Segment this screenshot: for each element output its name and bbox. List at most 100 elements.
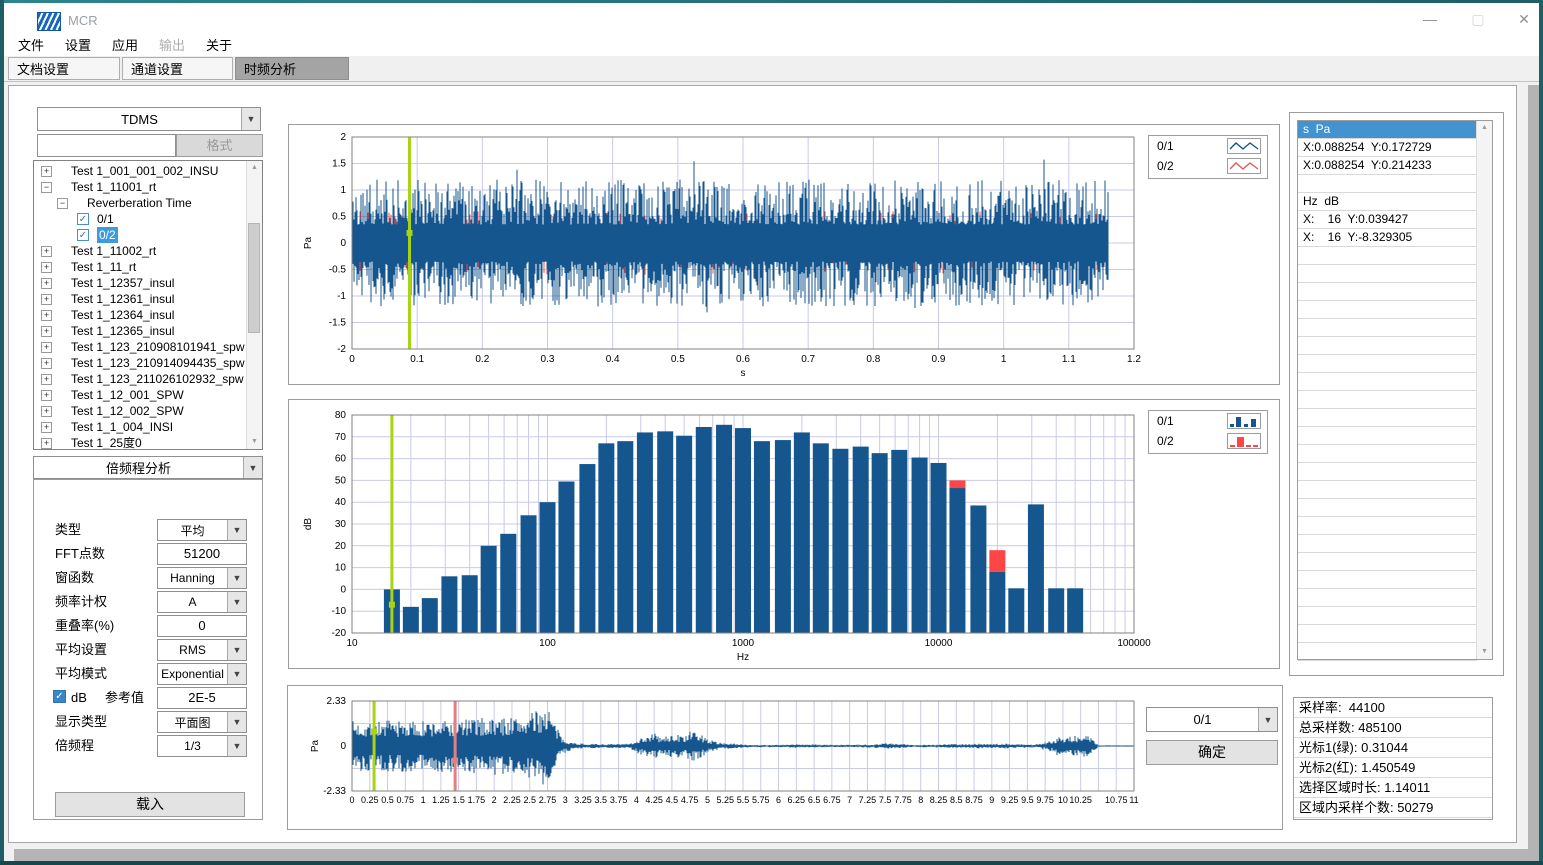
readout-row[interactable] bbox=[1298, 319, 1477, 337]
tree-item-label[interactable]: Test 1_11002_rt bbox=[71, 243, 156, 259]
tree-item-label[interactable]: Test 1_001_001_002_INSU bbox=[71, 163, 218, 179]
form-combobox[interactable]: 平均▼ bbox=[157, 519, 247, 541]
time-waveform-chart[interactable]: -2-1.5-1-0.500.511.5200.10.20.30.40.50.6… bbox=[289, 125, 1279, 384]
octave-spectrum-chart[interactable]: -20-100102030405060708010100100010000100… bbox=[289, 400, 1279, 668]
tree-item[interactable]: + Test 1_12365_insul bbox=[34, 323, 247, 339]
readout-row[interactable] bbox=[1298, 625, 1477, 643]
collapse-icon[interactable]: − bbox=[41, 182, 52, 193]
tree-item[interactable]: + Test 1_12361_insul bbox=[34, 291, 247, 307]
tree-checkbox[interactable]: ✓ bbox=[77, 213, 89, 225]
expand-icon[interactable]: + bbox=[41, 294, 52, 305]
tree-item[interactable]: + Test 1_11002_rt bbox=[34, 243, 247, 259]
tree-item-label[interactable]: Test 1_11_rt bbox=[71, 259, 136, 275]
expand-icon[interactable]: + bbox=[41, 246, 52, 257]
tree-item-label[interactable]: Test 1_123_211026102932_spw bbox=[71, 371, 244, 387]
readout-row[interactable] bbox=[1298, 463, 1477, 481]
readout-row[interactable] bbox=[1298, 553, 1477, 571]
readout-row[interactable] bbox=[1298, 283, 1477, 301]
tree-item[interactable]: +Test 1_12357_insul bbox=[34, 275, 247, 291]
tree-item-label[interactable]: Test 1_12365_insul bbox=[71, 323, 174, 339]
tree-item-label[interactable]: Test 1_12361_insul bbox=[71, 291, 174, 307]
readout-row[interactable] bbox=[1298, 427, 1477, 445]
readout-row[interactable]: X: 16 Y:0.039427 bbox=[1298, 211, 1477, 229]
scroll-down-icon[interactable]: ▼ bbox=[247, 435, 262, 449]
tree-item[interactable]: +Test 1_12_002_SPW bbox=[34, 403, 247, 419]
channel-combobox[interactable]: 0/1 ▼ bbox=[1146, 707, 1278, 732]
tree-item-label[interactable]: 0/1 bbox=[97, 211, 114, 227]
collapse-icon[interactable]: − bbox=[57, 198, 68, 209]
readout-row[interactable] bbox=[1298, 247, 1477, 265]
readout-row[interactable] bbox=[1298, 607, 1477, 625]
readout-row[interactable] bbox=[1298, 499, 1477, 517]
expand-icon[interactable]: + bbox=[41, 358, 52, 369]
format-button[interactable]: 格式 bbox=[176, 134, 263, 157]
readout-row[interactable]: X: 16 Y:-8.329305 bbox=[1298, 229, 1477, 247]
readout-row[interactable] bbox=[1298, 517, 1477, 535]
scroll-up-icon[interactable]: ▲ bbox=[1477, 121, 1492, 135]
tree-checkbox[interactable]: ✓ bbox=[77, 229, 89, 241]
maximize-button[interactable]: ▢ bbox=[1465, 11, 1491, 28]
readout-row[interactable] bbox=[1298, 409, 1477, 427]
readout-row[interactable] bbox=[1298, 481, 1477, 499]
chevron-down-icon[interactable]: ▼ bbox=[227, 520, 246, 540]
tree-item[interactable]: +Test 1_12364_insul bbox=[34, 307, 247, 323]
tree-item[interactable]: −Test 1_11001_rt bbox=[34, 179, 247, 195]
load-button[interactable]: 载入 bbox=[55, 792, 245, 817]
tree-item[interactable]: +Test 1_12_001_SPW bbox=[34, 387, 247, 403]
legend-row[interactable]: 0/2 bbox=[1149, 431, 1267, 451]
readout-row[interactable] bbox=[1298, 175, 1477, 193]
readout-row[interactable]: X:0.088254 Y:0.214233 bbox=[1298, 157, 1477, 175]
scroll-up-icon[interactable]: ▲ bbox=[247, 161, 262, 175]
search-input[interactable] bbox=[37, 134, 176, 157]
tree-item-label[interactable]: Test 1_12_001_SPW bbox=[71, 387, 184, 403]
tab-2[interactable]: 通道设置 bbox=[122, 57, 233, 80]
form-combobox[interactable]: RMS▼ bbox=[157, 639, 247, 661]
expand-icon[interactable]: + bbox=[41, 374, 52, 385]
tree-item[interactable]: +Test 1_123_210908101941_spw bbox=[34, 339, 247, 355]
minimize-button[interactable]: — bbox=[1417, 11, 1443, 28]
expand-icon[interactable]: + bbox=[41, 422, 52, 433]
tree-item-label[interactable]: Test 1_25度0 bbox=[71, 435, 142, 450]
tree-item-label[interactable]: Test 1_123_210914094435_spw bbox=[71, 355, 244, 371]
tree-scrollbar[interactable]: ▲ ▼ bbox=[246, 161, 262, 449]
file-format-combobox[interactable]: TDMS ▼ bbox=[37, 107, 261, 131]
readout-row[interactable]: Hz dB bbox=[1298, 193, 1477, 211]
form-input[interactable]: 51200 bbox=[157, 543, 247, 565]
readout-row[interactable] bbox=[1298, 373, 1477, 391]
menu-item-1[interactable]: 文件 bbox=[12, 35, 50, 54]
tab-1[interactable]: 文档设置 bbox=[8, 57, 120, 80]
tree-item[interactable]: +Test 1_25度0 bbox=[34, 435, 247, 450]
confirm-button[interactable]: 确定 bbox=[1146, 740, 1278, 765]
legend-row[interactable]: 0/1 bbox=[1149, 411, 1267, 431]
expand-icon[interactable]: + bbox=[41, 310, 52, 321]
readout-row[interactable] bbox=[1298, 391, 1477, 409]
chevron-down-icon[interactable]: ▼ bbox=[227, 592, 246, 612]
readout-row[interactable] bbox=[1298, 571, 1477, 589]
form-combobox[interactable]: Exponential▼ bbox=[157, 663, 247, 685]
chevron-down-icon[interactable]: ▼ bbox=[241, 108, 260, 130]
form-combobox[interactable]: A▼ bbox=[157, 591, 247, 613]
expand-icon[interactable]: + bbox=[41, 342, 52, 353]
expand-icon[interactable]: + bbox=[41, 326, 52, 337]
readout-row[interactable] bbox=[1298, 265, 1477, 283]
chevron-down-icon[interactable]: ▼ bbox=[227, 568, 246, 588]
reference-value-input[interactable]: 2E-5 bbox=[157, 687, 247, 709]
tree-item[interactable]: −Reverberation Time bbox=[34, 195, 247, 211]
db-checkbox[interactable]: ✓ bbox=[53, 690, 66, 703]
close-button[interactable]: ✕ bbox=[1511, 11, 1537, 28]
form-combobox[interactable]: 平面图▼ bbox=[157, 711, 247, 733]
chevron-down-icon[interactable]: ▼ bbox=[1258, 708, 1277, 731]
readout-row[interactable]: s Pa bbox=[1298, 121, 1477, 139]
tree-item[interactable]: +Test 1_001_001_002_INSU bbox=[34, 163, 247, 179]
tree-scrollbar-thumb[interactable] bbox=[248, 223, 260, 333]
scroll-down-icon[interactable]: ▼ bbox=[1477, 645, 1492, 659]
readout-row[interactable] bbox=[1298, 589, 1477, 607]
tree-item[interactable]: ✓0/2 bbox=[34, 227, 247, 243]
readout-row[interactable] bbox=[1298, 535, 1477, 553]
form-combobox[interactable]: Hanning▼ bbox=[157, 567, 247, 589]
readout-row[interactable]: X:0.088254 Y:0.172729 bbox=[1298, 139, 1477, 157]
expand-icon[interactable]: + bbox=[41, 406, 52, 417]
expand-icon[interactable]: + bbox=[41, 262, 52, 273]
readout-row[interactable] bbox=[1298, 301, 1477, 319]
legend-row[interactable]: 0/1 bbox=[1149, 136, 1267, 156]
